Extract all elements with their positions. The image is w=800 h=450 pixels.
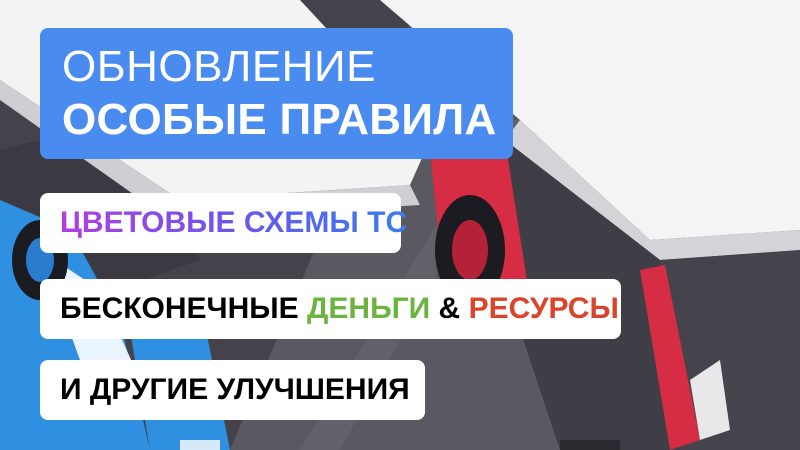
other-improvements-label: И ДРУГИЕ УЛУЧШЕНИЯ [60, 373, 410, 406]
feature-endless-money-resources: БЕСКОНЕЧНЫЕ ДЕНЬГИ & РЕСУРСЫ [40, 279, 621, 339]
feature-color-schemes: ЦВЕТОВЫЕ СХЕМЫ ТС [40, 193, 407, 253]
endless-label: БЕСКОНЕЧНЫЕ [60, 292, 308, 325]
title-banner: ОБНОВЛЕНИЕ ОСОБЫЕ ПРАВИЛА [40, 28, 513, 159]
resources-label: РЕСУРСЫ [468, 292, 619, 325]
update-heading: ОБНОВЛЕНИЕ [62, 42, 376, 91]
color-schemes-label: ЦВЕТОВЫЕ СХЕМЫ ТС [60, 206, 408, 239]
ampersand-label: & [430, 292, 469, 325]
special-rules-heading: ОСОБЫЕ ПРАВИЛА [62, 95, 497, 144]
feature-other-improvements: И ДРУГИЕ УЛУЧШЕНИЯ [40, 360, 425, 420]
money-label: ДЕНЬГИ [307, 292, 431, 325]
